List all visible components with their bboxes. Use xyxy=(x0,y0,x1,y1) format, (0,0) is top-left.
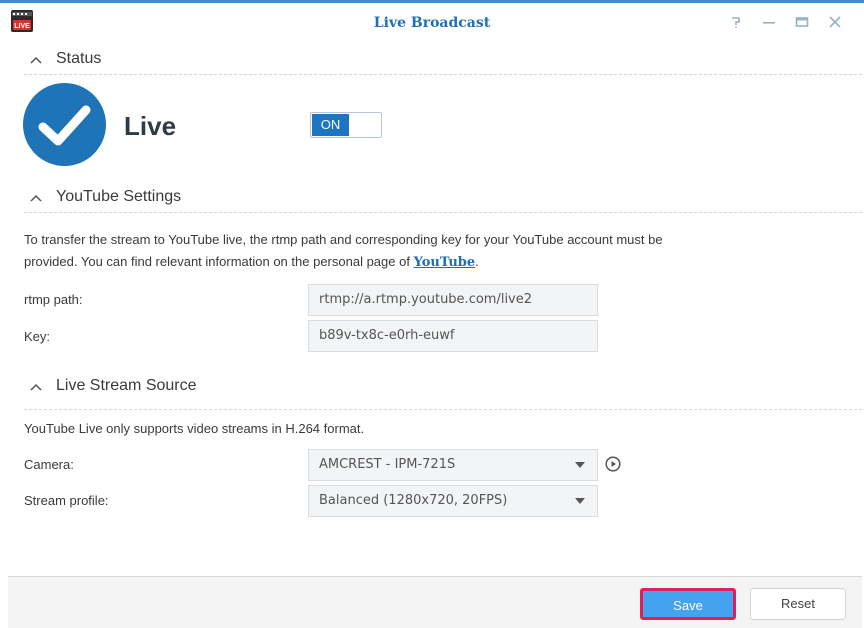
divider xyxy=(24,409,862,410)
live-status-label: Live xyxy=(124,111,177,141)
help-icon[interactable] xyxy=(727,13,745,31)
description-text: . xyxy=(475,254,479,269)
divider xyxy=(24,212,862,213)
camera-select-value: AMCREST - IPM-721S xyxy=(319,457,456,472)
chevron-down-icon xyxy=(575,462,585,468)
chevron-up-icon[interactable] xyxy=(29,382,43,392)
youtube-section-title[interactable]: YouTube Settings xyxy=(56,188,181,206)
chevron-down-icon xyxy=(575,498,585,504)
chevron-up-icon[interactable] xyxy=(29,55,43,65)
divider xyxy=(24,74,862,75)
reset-button[interactable]: Reset xyxy=(750,588,846,620)
chevron-up-icon[interactable] xyxy=(29,193,43,203)
key-field[interactable]: b89v-tx8c-e0rh-euwf xyxy=(308,320,598,352)
status-section-title[interactable]: Status xyxy=(56,50,101,68)
toggle-on-label: ON xyxy=(312,114,349,136)
play-preview-icon[interactable] xyxy=(605,456,621,472)
stream-profile-value: Balanced (1280x720, 20FPS) xyxy=(319,493,508,508)
stream-profile-select[interactable]: Balanced (1280x720, 20FPS) xyxy=(308,485,598,517)
title-bar: LIVE Live Broadcast xyxy=(0,3,864,43)
rtmp-path-field[interactable]: rtmp://a.rtmp.youtube.com/live2 xyxy=(308,284,598,316)
stream-profile-label: Stream profile: xyxy=(24,493,109,508)
key-label: Key: xyxy=(24,329,51,344)
description-text: provided. You can find relevant informat… xyxy=(24,254,414,269)
youtube-description: To transfer the stream to YouTube live, … xyxy=(24,229,663,274)
camera-select[interactable]: AMCREST - IPM-721S xyxy=(308,449,598,481)
live-stream-source-title[interactable]: Live Stream Source xyxy=(56,377,197,395)
rtmp-path-label: rtmp path: xyxy=(24,292,83,307)
source-description: YouTube Live only supports video streams… xyxy=(24,421,365,436)
close-icon[interactable] xyxy=(826,13,844,31)
description-line: To transfer the stream to YouTube live, … xyxy=(24,232,663,247)
description-line: provided. You can find relevant informat… xyxy=(24,251,663,274)
minimize-icon[interactable] xyxy=(760,13,778,31)
live-toggle-switch[interactable]: ON xyxy=(310,112,382,138)
save-button[interactable]: Save xyxy=(640,588,736,620)
maximize-icon[interactable] xyxy=(793,13,811,31)
youtube-link[interactable]: YouTube xyxy=(414,255,476,270)
camera-label: Camera: xyxy=(24,457,74,472)
live-status-check-icon xyxy=(23,83,106,166)
